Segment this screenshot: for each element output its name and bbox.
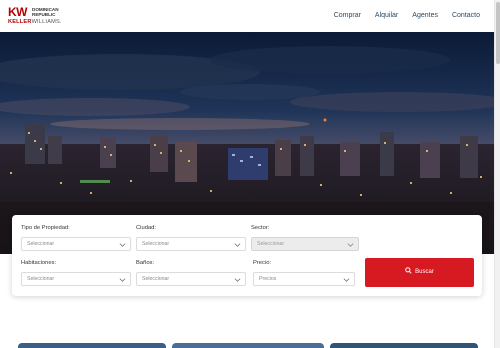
select-bedrooms-value: Seleccionar (27, 276, 55, 282)
chevron-down-icon (119, 278, 126, 282)
select-sector-value: Seleccionar (257, 241, 285, 247)
search-button[interactable]: Buscar (365, 258, 474, 287)
chevron-down-icon (343, 278, 350, 282)
select-property-type[interactable]: Seleccionar (21, 237, 131, 251)
site-header: KW DOMINICAN REPUBLIC KELLERWILLIAMS. Co… (0, 0, 494, 32)
logo-region: DOMINICAN REPUBLIC (32, 7, 72, 17)
page: KW DOMINICAN REPUBLIC KELLERWILLIAMS. Co… (0, 0, 500, 348)
logo-brand: KELLERWILLIAMS. (8, 19, 62, 26)
logo-brand-light: WILLIAMS. (31, 19, 62, 25)
kw-logo[interactable]: KW DOMINICAN REPUBLIC KELLERWILLIAMS. (8, 6, 70, 26)
property-card-1[interactable] (18, 343, 166, 348)
select-city-value: Seleccionar (142, 241, 170, 247)
select-city[interactable]: Seleccionar (136, 237, 246, 251)
main-nav: Comprar Alquilar Agentes Contacto (320, 11, 480, 21)
label-price: Precio: (253, 260, 272, 266)
chevron-down-icon (119, 243, 126, 247)
chevron-down-icon (347, 243, 354, 247)
search-icon (405, 267, 412, 274)
select-property-type-value: Seleccionar (27, 241, 55, 247)
logo-brand-bold: KELLER (8, 19, 32, 25)
select-sector[interactable]: Seleccionar (251, 237, 359, 251)
nav-alquilar[interactable]: Alquilar (375, 11, 398, 21)
scrollbar-thumb[interactable] (496, 2, 500, 64)
logo-kw-mark: KW (8, 5, 28, 19)
nav-agentes[interactable]: Agentes (412, 11, 438, 21)
chevron-down-icon (234, 278, 241, 282)
label-property-type: Tipo de Propiedad: (21, 225, 70, 231)
select-price-value: Precios (259, 276, 277, 282)
property-card-3[interactable] (330, 343, 478, 348)
label-city: Ciudad: (136, 225, 156, 231)
page-scrollbar[interactable] (494, 0, 500, 348)
select-bedrooms[interactable]: Seleccionar (21, 272, 131, 286)
nav-contacto[interactable]: Contacto (452, 11, 480, 21)
label-bathrooms: Baños: (136, 260, 155, 266)
nav-comprar[interactable]: Comprar (334, 11, 361, 21)
label-bedrooms: Habitaciones: (21, 260, 57, 266)
select-price[interactable]: Precios (253, 272, 355, 286)
select-bathrooms-value: Seleccionar (142, 276, 170, 282)
select-bathrooms[interactable]: Seleccionar (136, 272, 246, 286)
search-button-label: Buscar (415, 269, 434, 275)
chevron-down-icon (234, 243, 241, 247)
logo-region-line2: REPUBLIC (32, 12, 56, 17)
property-card-2[interactable] (172, 343, 324, 348)
property-search-panel: Tipo de Propiedad: Seleccionar Ciudad: S… (12, 215, 482, 296)
label-sector: Sector: (251, 225, 270, 231)
